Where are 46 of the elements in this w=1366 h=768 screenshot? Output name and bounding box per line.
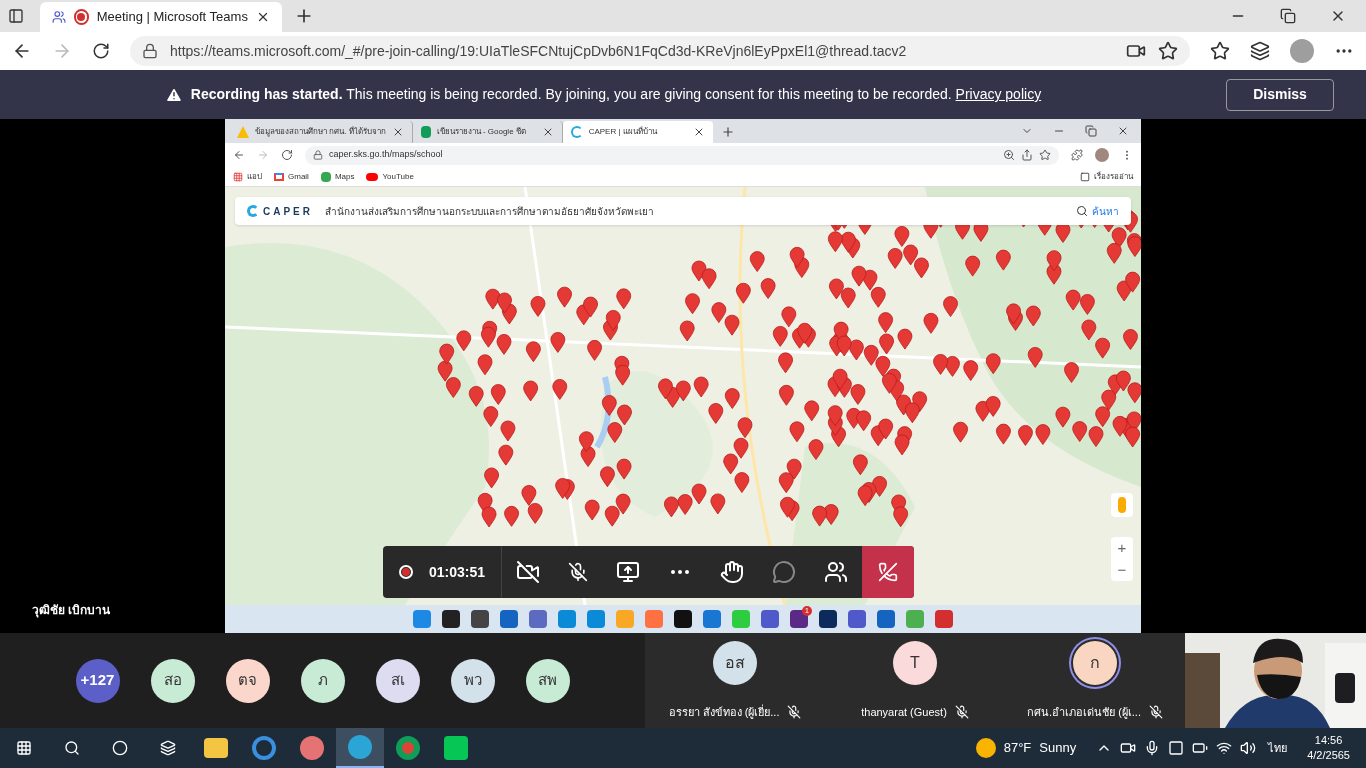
bookmark[interactable]: YouTube: [366, 170, 414, 183]
banner-message: Recording has started. This meeting is being recorded. By joining, you are giving consent for this meeting to be recorded. Privacy policy: [190, 85, 1042, 104]
dismiss-button[interactable]: Dismiss: [1226, 78, 1334, 111]
zoom-in-button[interactable]: +: [1117, 537, 1127, 559]
weather-text[interactable]: Sunny: [1039, 738, 1077, 758]
participant-avatar[interactable]: สพ: [525, 658, 570, 703]
site-logo: CAPER: [263, 204, 313, 219]
participant-tile[interactable]: ก กศน.อำเภอเด่นชัย (ผู้เ...: [1005, 633, 1185, 728]
participant-name: กศน.อำเภอเด่นชัย (ผู้เ...: [1027, 704, 1141, 720]
site-title: สำนักงานส่งเสริมการศึกษานอกระบบและการศึกษาตามอัธยาศัยจังหวัดพะเยา: [325, 204, 655, 219]
address-bar[interactable]: caper.sks.go.th/maps/school: [305, 145, 1059, 165]
participant-avatar[interactable]: ตจ: [225, 658, 270, 703]
privacy-policy-link[interactable]: Privacy policy: [955, 86, 1042, 102]
url-text: https://teams.microsoft.com/_#/pre-join-calling/19:UIaTleSFCNtujCpDvb6N1FqCd3d-KReVjn6lEyPpxEl1@thread.tacv2: [170, 41, 908, 61]
bookmark[interactable]: Maps: [320, 170, 355, 183]
participant-tile[interactable]: T thanyarat (Guest): [825, 633, 1005, 728]
url-text: caper.sks.go.th/maps/school: [329, 148, 444, 162]
site-search[interactable]: ค้นหา: [1076, 203, 1119, 219]
participant-avatar: ก: [1073, 641, 1117, 685]
participant-avatar[interactable]: พว: [450, 658, 495, 703]
tab-title: เขียนรายงาน - Google ชีต: [436, 126, 527, 138]
participant-avatar: อส: [713, 641, 757, 685]
tab-title: ข้อมูลของสถานศึกษา กศน. ที่ได้รับจาก: [255, 126, 386, 138]
bookmark[interactable]: แอป: [233, 170, 262, 183]
clock-time[interactable]: 14:56: [1314, 733, 1343, 748]
bookmark[interactable]: Gmail: [274, 170, 309, 183]
clock-date[interactable]: 4/2/2565: [1307, 748, 1350, 763]
presenter-name: วุฒิชัย เบิกบาน: [32, 602, 111, 619]
participant-avatar[interactable]: สอ: [150, 658, 195, 703]
browser-tab[interactable]: Meeting | Microsoft Teams: [40, 2, 282, 32]
participant-avatar[interactable]: สเ: [375, 658, 420, 703]
participant-avatar: T: [893, 641, 937, 685]
temperature[interactable]: 87°F: [1003, 738, 1032, 758]
overflow-count[interactable]: +127: [75, 658, 120, 703]
participant-avatar[interactable]: ภ: [300, 658, 345, 703]
participant-name: อรรยา สังข์ทอง (ผู้เยี่ย...: [668, 703, 780, 720]
call-timer: 01:03:51: [429, 562, 486, 582]
reading-list[interactable]: เรื่องรออ่าน: [1080, 170, 1133, 183]
browser-tab[interactable]: CAPER | แผนที่บ้าน: [562, 121, 713, 143]
participant-tile[interactable]: อส อรรยา สังข์ทอง (ผู้เยี่ย...: [645, 633, 825, 728]
tab-title: Meeting | Microsoft Teams: [96, 8, 248, 27]
language-indicator[interactable]: ไทย: [1268, 739, 1288, 757]
zoom-out-button[interactable]: −: [1117, 559, 1127, 581]
address-bar[interactable]: https://teams.microsoft.com/_#/pre-join-calling/19:UIaTleSFCNtujCpDvb6N1FqCd3d-KReVjn6lEyPpxEl1@thread.tacv2: [130, 36, 1190, 66]
participant-name: thanyarat (Guest): [861, 704, 947, 720]
tab-title: CAPER | แผนที่บ้าน: [588, 126, 659, 138]
